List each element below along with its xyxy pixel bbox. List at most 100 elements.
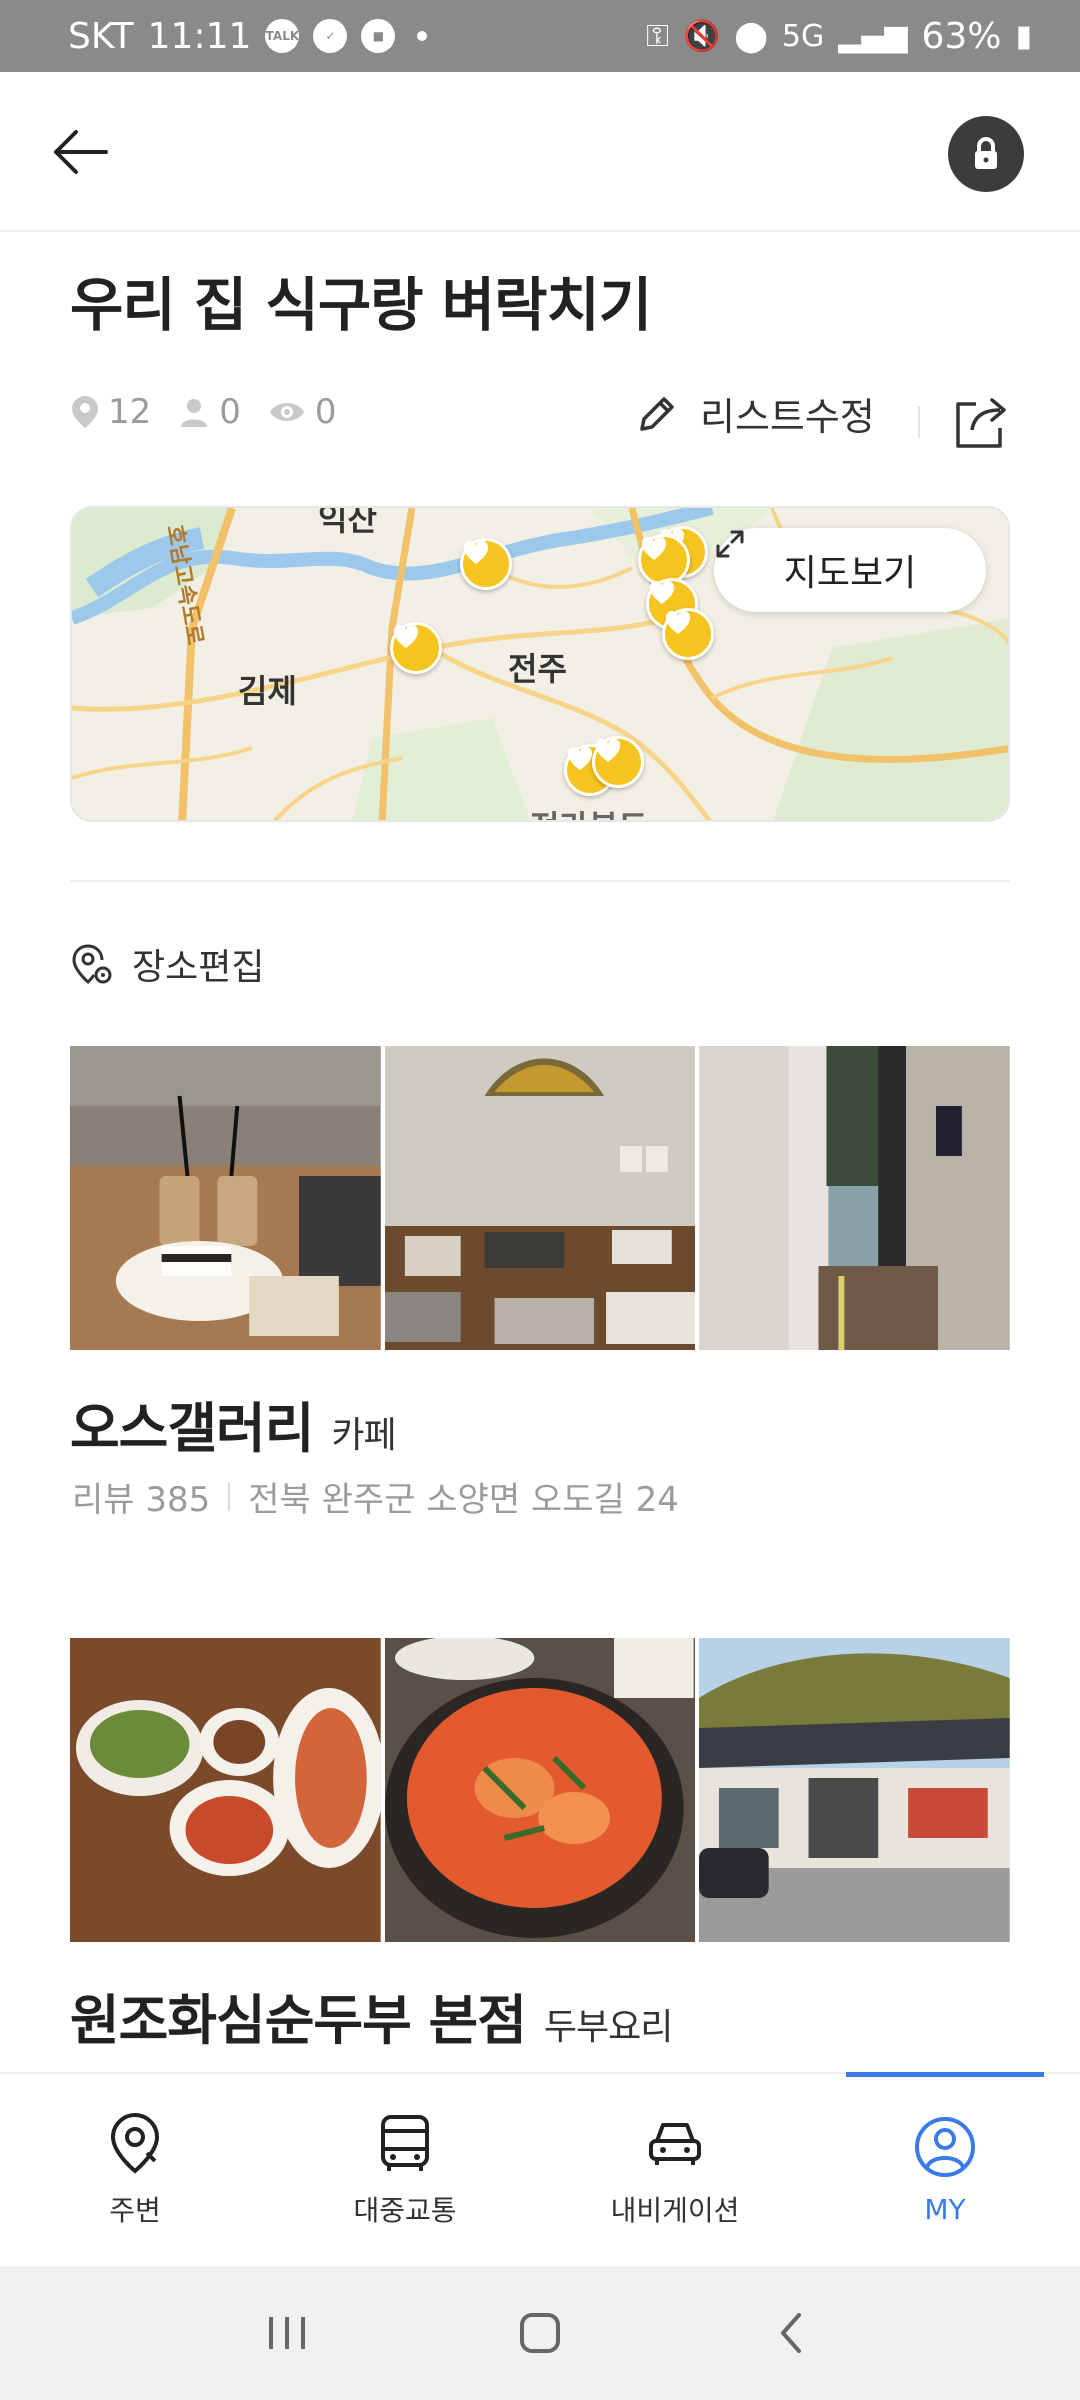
expand-icon bbox=[716, 530, 744, 558]
list-map[interactable]: 익산 김제 전주 호남고속도로 전라북도 지도보기 bbox=[70, 506, 1010, 822]
header-divider bbox=[918, 406, 920, 438]
eye-icon bbox=[269, 403, 304, 421]
place-category: 카페 bbox=[331, 1415, 396, 1456]
location-pin-icon bbox=[110, 2112, 160, 2174]
system-navigation-bar bbox=[0, 2266, 1080, 2400]
nav-nearby[interactable]: 주변 bbox=[0, 2074, 270, 2266]
home-icon[interactable] bbox=[516, 2309, 564, 2357]
back-button[interactable] bbox=[40, 112, 120, 192]
heart-icon bbox=[567, 747, 593, 770]
talk-notification-icon: TALK bbox=[265, 19, 300, 53]
map-view-button[interactable]: 지도보기 bbox=[714, 528, 986, 612]
battery-icon: ▮ bbox=[1015, 18, 1032, 54]
cafe-dessert-photo bbox=[70, 1046, 381, 1350]
privacy-lock-button[interactable] bbox=[948, 116, 1024, 192]
status-left: SKT 11:11 TALK ✓ ■ bbox=[68, 15, 428, 57]
battery-text: 63% bbox=[921, 15, 1002, 57]
carrier-text: SKT bbox=[68, 15, 134, 57]
sundubu-stew-photo bbox=[384, 1638, 696, 1942]
map-label-province: 전라북도 bbox=[530, 802, 648, 820]
status-bar: SKT 11:11 TALK ✓ ■ ⚿ 🔇 ⬤ 5G ▂▄▆ 63% ▮ bbox=[0, 0, 1080, 72]
map-pin[interactable] bbox=[662, 608, 714, 660]
place-photos[interactable] bbox=[70, 1046, 1011, 1350]
map-pin[interactable] bbox=[390, 622, 442, 674]
top-bar bbox=[0, 72, 1080, 232]
place-name[interactable]: 오스갤러리 카페 bbox=[70, 1384, 397, 1463]
place-name-text: 원조화심순두부 본점 bbox=[70, 1989, 527, 2052]
bus-icon bbox=[381, 2115, 429, 2171]
place-edit-label: 장소편집 bbox=[132, 947, 265, 988]
place-photo[interactable] bbox=[699, 1638, 1011, 1942]
share-icon bbox=[956, 398, 1006, 448]
heart-icon bbox=[595, 739, 621, 762]
heart-icon bbox=[665, 611, 691, 634]
time-text: 11:11 bbox=[147, 15, 252, 57]
map-pin[interactable] bbox=[460, 538, 512, 590]
share-button[interactable] bbox=[952, 392, 1012, 452]
place-address: 전북 완주군 소양면 오도길 24 bbox=[248, 1480, 679, 1520]
place-count: 12 bbox=[72, 392, 151, 432]
list-meta: 12 0 0 bbox=[72, 392, 355, 432]
recent-apps-icon[interactable] bbox=[263, 2309, 311, 2357]
nav-navigation[interactable]: 내비게이션 bbox=[540, 2074, 810, 2266]
nav-my[interactable]: MY bbox=[810, 2072, 1080, 2266]
nav-nearby-label: 주변 bbox=[109, 2194, 161, 2227]
place-count-value: 12 bbox=[108, 392, 152, 432]
map-pin[interactable] bbox=[592, 736, 644, 788]
place-name-text: 오스갤러리 bbox=[70, 1397, 314, 1460]
lock-icon bbox=[975, 137, 997, 169]
map-label-gimje: 김제 bbox=[238, 672, 297, 710]
map-label-iksan: 익산 bbox=[318, 506, 377, 538]
pin-settings-icon bbox=[72, 944, 112, 985]
pin-icon bbox=[72, 396, 98, 428]
place-photo[interactable] bbox=[70, 1046, 381, 1350]
nav-navigation-label: 내비게이션 bbox=[610, 2194, 740, 2227]
place-review[interactable]: 리뷰 385 bbox=[72, 1472, 210, 1521]
mute-icon: 🔇 bbox=[682, 18, 721, 54]
status-right: ⚿ 🔇 ⬤ 5G ▂▄▆ 63% ▮ bbox=[646, 16, 1032, 57]
map-label-jeonju: 전주 bbox=[508, 650, 567, 688]
restaurant-exterior-photo bbox=[699, 1638, 1011, 1942]
place-photo[interactable] bbox=[699, 1046, 1011, 1350]
gallery-table-photo bbox=[384, 1046, 696, 1350]
place-photo[interactable] bbox=[384, 1046, 696, 1350]
section-divider bbox=[70, 880, 1010, 882]
heart-icon bbox=[463, 541, 489, 564]
person-icon bbox=[181, 399, 208, 427]
box-notification-icon: ■ bbox=[361, 19, 396, 53]
heart-icon bbox=[393, 625, 419, 648]
shield-check-icon: ✓ bbox=[313, 19, 348, 53]
heart-icon bbox=[649, 581, 675, 604]
follower-count: 0 bbox=[179, 392, 241, 432]
edit-list-label: 리스트수정 bbox=[700, 395, 875, 439]
nav-my-label: MY bbox=[924, 2192, 966, 2226]
heart-icon bbox=[641, 537, 667, 560]
car-icon bbox=[649, 2123, 701, 2165]
back-nav-icon[interactable] bbox=[769, 2309, 817, 2357]
nav-transit-label: 대중교통 bbox=[353, 2194, 457, 2227]
key-icon: ⚿ bbox=[646, 18, 669, 54]
map-view-label: 지도보기 bbox=[783, 553, 917, 594]
arrow-left-icon bbox=[54, 130, 108, 174]
place-name[interactable]: 원조화심순두부 본점 두부요리 bbox=[70, 1976, 673, 2055]
edit-list-button[interactable]: 리스트수정 bbox=[636, 386, 875, 441]
place-photo[interactable] bbox=[384, 1638, 696, 1942]
info-separator bbox=[228, 1482, 231, 1511]
side-dishes-photo bbox=[70, 1638, 381, 1942]
place-photo[interactable] bbox=[70, 1638, 381, 1942]
follower-count-value: 0 bbox=[219, 392, 241, 432]
gallery-interior-photo bbox=[699, 1046, 1011, 1350]
profile-icon bbox=[915, 2116, 975, 2177]
network-type-icon: 5G bbox=[781, 18, 825, 54]
view-count-value: 0 bbox=[314, 392, 337, 432]
active-tab-indicator bbox=[846, 2072, 1044, 2077]
place-info: 리뷰 385 전북 완주군 소양면 오도길 24 bbox=[72, 1472, 679, 1521]
list-title: 우리 집 식구랑 벼락치기 bbox=[70, 271, 652, 339]
signal-icon: ▂▄▆ bbox=[838, 18, 908, 54]
place-category: 두부요리 bbox=[543, 2007, 673, 2048]
nav-transit[interactable]: 대중교통 bbox=[270, 2074, 540, 2266]
bottom-navigation: 주변 대중교통 내비게이션 MY bbox=[0, 2072, 1080, 2266]
place-photos[interactable] bbox=[70, 1638, 1011, 1942]
place-edit-button[interactable]: 장소편집 bbox=[70, 938, 264, 990]
more-notifications-icon bbox=[417, 31, 428, 41]
